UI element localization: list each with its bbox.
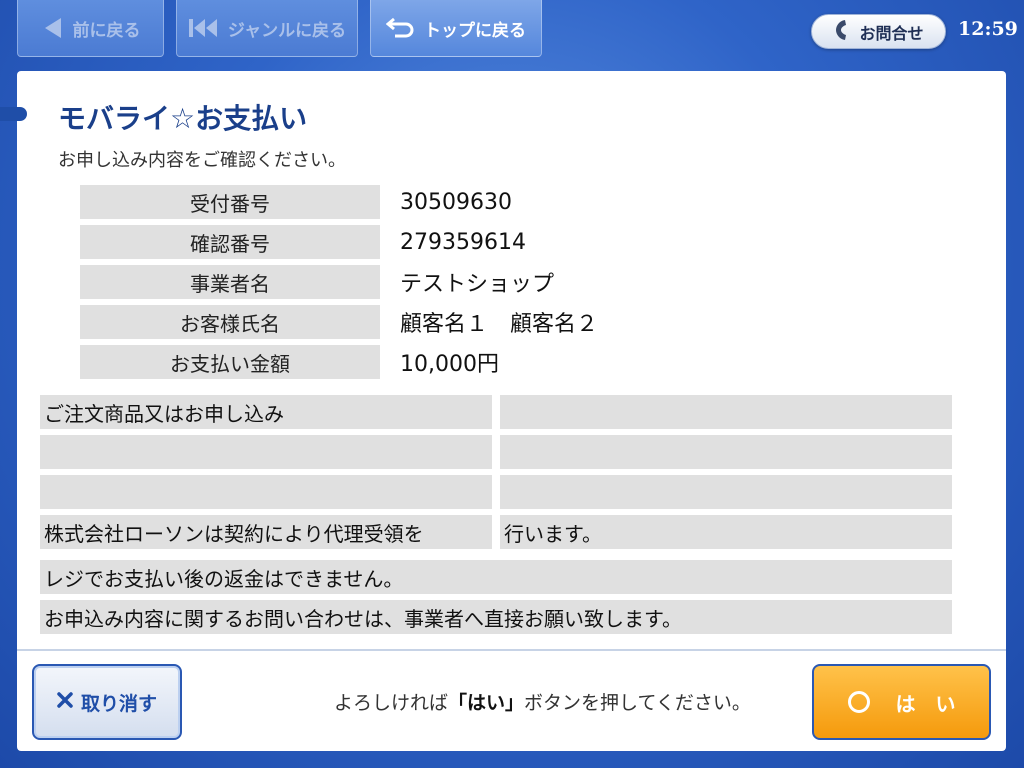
arrow-left-icon bbox=[41, 16, 65, 40]
circle-icon bbox=[847, 691, 870, 713]
order-cell-right bbox=[500, 395, 952, 429]
order-cell-right: 行います。 bbox=[500, 515, 952, 549]
refund-notice: レジでお支払い後の返金はできません。 bbox=[40, 560, 952, 594]
detail-label: お客様氏名 bbox=[80, 305, 380, 339]
title-accent bbox=[0, 107, 27, 121]
page-title: モバライ☆お支払い bbox=[58, 102, 308, 135]
detail-value: 279359614 bbox=[400, 229, 526, 255]
top-back-button[interactable]: トップに戻る bbox=[370, 0, 542, 57]
detail-value: 30509630 bbox=[400, 189, 512, 215]
detail-row-receipt-number: 受付番号 30509630 bbox=[80, 185, 960, 219]
detail-row-payment-amount: お支払い金額 10,000円 bbox=[80, 345, 960, 379]
detail-value: 10,000円 bbox=[400, 352, 499, 377]
detail-row-customer-name: お客様氏名 顧客名１ 顧客名２ bbox=[80, 305, 960, 339]
contact-button[interactable]: お問合せ bbox=[811, 14, 946, 49]
genre-back-button[interactable]: ジャンルに戻る bbox=[176, 0, 358, 57]
confirm-message-key: 「はい」 bbox=[448, 692, 525, 714]
cancel-button-label: 取り消す bbox=[80, 692, 157, 715]
contact-button-label: お問合せ bbox=[859, 23, 924, 43]
detail-row-business-name: 事業者名 テストショップ bbox=[80, 265, 960, 299]
inquiry-notice: お申込み内容に関するお問い合わせは、事業者へ直接お願い致します。 bbox=[40, 600, 952, 634]
skip-back-icon bbox=[188, 17, 220, 39]
clock: 12:59 bbox=[958, 18, 1018, 40]
detail-label: 受付番号 bbox=[80, 185, 380, 219]
back-button[interactable]: 前に戻る bbox=[17, 0, 164, 57]
close-icon bbox=[57, 691, 73, 713]
order-cell-left bbox=[40, 475, 492, 509]
confirm-message: よろしければ「はい」ボタンを押してください。 bbox=[334, 688, 751, 715]
return-arrow-icon bbox=[386, 16, 416, 40]
order-cell-left: 株式会社ローソンは契約により代理受領を bbox=[40, 515, 492, 549]
detail-value: テストショップ bbox=[400, 272, 555, 297]
phone-icon bbox=[833, 18, 849, 46]
back-button-label: 前に戻る bbox=[72, 20, 141, 41]
page-subtitle: お申し込み内容をご確認ください。 bbox=[58, 150, 346, 171]
detail-value: 顧客名１ 顧客名２ bbox=[400, 312, 599, 337]
order-cell-left: ご注文商品又はお申し込み bbox=[40, 395, 492, 429]
yes-button[interactable]: は い bbox=[812, 664, 991, 740]
detail-label: 事業者名 bbox=[80, 265, 380, 299]
detail-row-confirmation-number: 確認番号 279359614 bbox=[80, 225, 960, 259]
top-back-button-label: トップに戻る bbox=[424, 20, 526, 41]
genre-back-button-label: ジャンルに戻る bbox=[227, 20, 347, 41]
order-cell-right bbox=[500, 435, 952, 469]
detail-label: お支払い金額 bbox=[80, 345, 380, 379]
confirm-message-suffix: ボタンを押してください。 bbox=[524, 692, 751, 714]
order-cell-right bbox=[500, 475, 952, 509]
detail-label: 確認番号 bbox=[80, 225, 380, 259]
cancel-button[interactable]: 取り消す bbox=[32, 664, 182, 740]
order-cell-left bbox=[40, 435, 492, 469]
confirm-message-prefix: よろしければ bbox=[334, 692, 449, 714]
yes-button-label: は い bbox=[895, 691, 956, 716]
